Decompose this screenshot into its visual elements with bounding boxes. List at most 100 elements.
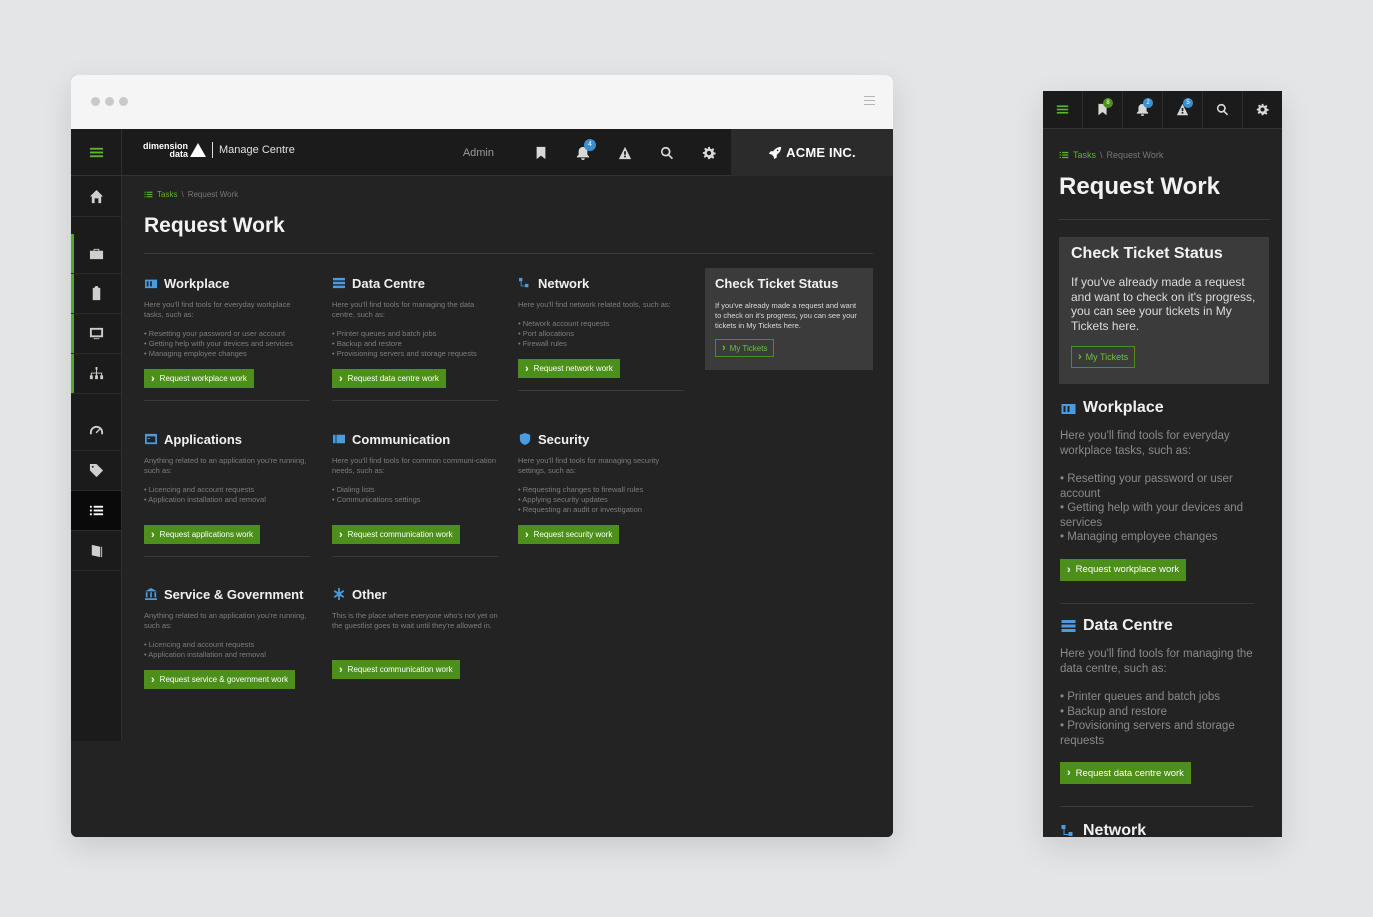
notification-badge: 2 [1143, 98, 1153, 108]
card-network: Network Here you'll find network related… [518, 275, 684, 391]
card-workplace: Workplace Here you'll find tools for eve… [144, 275, 310, 401]
card-title: Workplace [144, 275, 310, 291]
card-description: Here you'll find tools for managing secu… [518, 456, 660, 475]
communication-icon [333, 434, 345, 444]
my-tickets-button[interactable]: My Tickets [715, 339, 775, 357]
app-body: dimension data Manage Centre Admin 4 ACM… [71, 129, 893, 837]
warning-icon[interactable]: 5 [1163, 91, 1203, 128]
app-name: Manage Centre [219, 144, 295, 156]
card-list: Printer queues and batch jobs Backup and… [1060, 690, 1254, 748]
card-divider [332, 556, 498, 557]
request-data-centre-button[interactable]: Request data centre work [332, 369, 446, 388]
bell-icon[interactable]: 4 [562, 138, 604, 160]
bookmark-icon[interactable] [520, 146, 562, 160]
list-item: Backup and restore [1060, 705, 1254, 720]
monitor-icon[interactable] [71, 314, 121, 354]
card-title: Applications [144, 431, 310, 447]
request-service-government-button[interactable]: Request service & government work [144, 670, 296, 689]
breadcrumb-separator: \ [181, 190, 184, 199]
breadcrumb-current: Request Work [1106, 150, 1164, 160]
main-content: Tasks \ Request Work Request Work Workpl… [122, 176, 873, 837]
card-divider [1060, 806, 1254, 807]
check-ticket-status-panel: Check Ticket Status If you've already ma… [705, 268, 873, 370]
list-item: Application installation and removal [144, 650, 310, 660]
warning-badge: 5 [1183, 98, 1193, 108]
server-icon [333, 277, 345, 289]
list-item: Printer queues and batch jobs [332, 329, 498, 339]
search-icon[interactable] [1203, 91, 1243, 128]
card-title: Workplace [1060, 399, 1254, 417]
card-list: Printer queues and batch jobs Backup and… [332, 329, 498, 359]
bookmark-icon[interactable]: 8 [1083, 91, 1123, 128]
status-description: If you've already made a request and wan… [715, 301, 857, 330]
top-bar: dimension data Manage Centre Admin 4 ACM… [122, 129, 893, 176]
card-list: Licencing and account requests Applicati… [144, 640, 310, 660]
list-item: Communications settings [332, 495, 498, 505]
card-title: Network [518, 275, 684, 291]
breadcrumb-current: Request Work [187, 190, 239, 199]
sitemap-icon[interactable] [71, 354, 121, 394]
browser-chrome [71, 75, 893, 129]
card-data-centre: Data Centre Here you'll find tools for m… [332, 275, 498, 401]
request-security-button[interactable]: Request security work [518, 525, 620, 544]
request-workplace-button[interactable]: Request workplace work [144, 369, 254, 388]
card-network: Network [1060, 822, 1254, 837]
page-title: Request Work [144, 214, 285, 237]
list-item: Getting help with your devices and servi… [1060, 501, 1254, 530]
tag-icon[interactable] [71, 451, 121, 491]
desktop-browser-window: dimension data Manage Centre Admin 4 ACM… [71, 75, 893, 837]
browser-menu-icon[interactable] [864, 96, 875, 108]
gear-icon[interactable] [1243, 91, 1282, 128]
search-icon[interactable] [646, 146, 688, 160]
card-divider [144, 556, 310, 557]
my-tickets-button[interactable]: My Tickets [1071, 346, 1136, 368]
request-network-button[interactable]: Request network work [518, 359, 620, 378]
card-description: Anything related to an application you'r… [144, 456, 307, 475]
logo-wordmark: dimension data [143, 141, 189, 159]
list-item: Printer queues and batch jobs [1060, 690, 1254, 705]
check-ticket-status-panel: Check Ticket Status If you've already ma… [1059, 237, 1269, 384]
list-item: Managing employee changes [144, 349, 310, 359]
card-title: Other [332, 586, 498, 602]
hamburger-icon[interactable] [71, 129, 121, 176]
hamburger-icon[interactable] [1043, 91, 1083, 128]
request-workplace-button[interactable]: Request workplace work [1060, 558, 1187, 581]
admin-link[interactable]: Admin [463, 147, 494, 159]
list-item: Firewall rules [518, 339, 684, 349]
brand-logo[interactable]: dimension data Manage Centre [143, 141, 295, 159]
briefcase-icon[interactable] [71, 234, 121, 274]
request-other-button[interactable]: Request communication work [332, 660, 460, 679]
card-title: Data Centre [1060, 617, 1254, 635]
gauge-icon[interactable] [71, 411, 121, 451]
warning-icon[interactable] [604, 146, 646, 160]
asterisk-icon [333, 588, 345, 600]
government-icon [145, 588, 157, 600]
status-title: Check Ticket Status [1071, 245, 1223, 262]
window-controls[interactable] [91, 97, 128, 106]
list-item: Backup and restore [332, 339, 498, 349]
server-icon [1061, 620, 1076, 632]
book-icon[interactable] [71, 531, 121, 571]
request-communication-button[interactable]: Request communication work [332, 525, 460, 544]
card-description: Here you'll find tools for managing the … [332, 300, 475, 319]
card-list: Resetting your password or user account … [144, 329, 310, 359]
gear-icon[interactable] [688, 146, 730, 160]
list-icon[interactable] [71, 491, 121, 531]
card-list: Requesting changes to firewall rules App… [518, 485, 684, 515]
breadcrumb-tasks[interactable]: Tasks [1073, 150, 1096, 160]
status-title: Check Ticket Status [715, 276, 839, 291]
list-item: Network account requests [518, 319, 684, 329]
clipboard-icon[interactable] [71, 274, 121, 314]
home-icon[interactable] [71, 177, 121, 217]
breadcrumb-tasks[interactable]: Tasks [157, 190, 177, 199]
list-item: Port allocations [518, 329, 684, 339]
request-data-centre-button[interactable]: Request data centre work [1060, 762, 1191, 784]
bookmark-badge: 8 [1103, 98, 1113, 108]
request-applications-button[interactable]: Request applications work [144, 525, 261, 544]
company-logo[interactable]: ACME INC. [731, 129, 893, 176]
workplace-icon [145, 279, 157, 289]
card-divider [518, 390, 684, 391]
bell-icon[interactable]: 2 [1123, 91, 1163, 128]
card-description: Here you'll find tools for managing the … [1060, 648, 1253, 675]
mobile-content: Tasks \ Request Work Request Work Check … [1043, 129, 1282, 837]
